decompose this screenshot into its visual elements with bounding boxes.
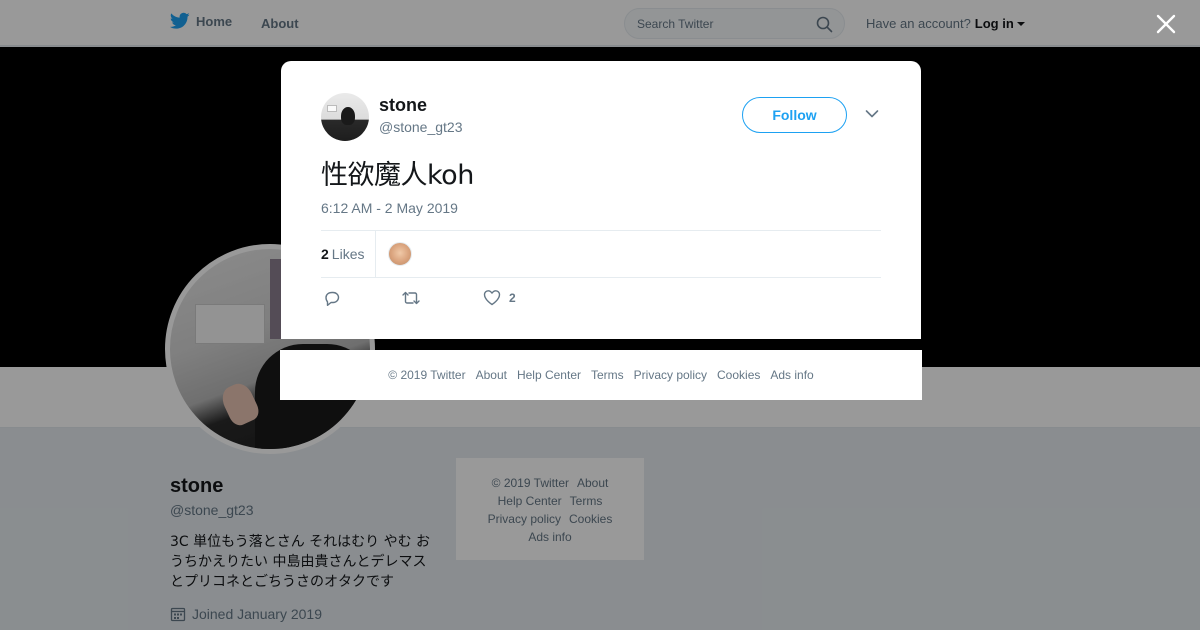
modal-footer-copyright: © 2019 Twitter: [388, 368, 466, 382]
chevron-down-icon[interactable]: [865, 109, 879, 119]
tweet-author-handle[interactable]: @stone_gt23: [379, 119, 463, 135]
tweet-text: 性欲魔人koh: [321, 160, 474, 191]
likes-label: Likes: [331, 246, 365, 262]
modal-footer-ads-link[interactable]: Ads info: [770, 368, 813, 382]
tweet-timestamp[interactable]: 6:12 AM - 2 May 2019: [321, 200, 458, 216]
reply-icon: [325, 291, 340, 306]
modal-footer-cookies-link[interactable]: Cookies: [717, 368, 760, 382]
tweet-author-name[interactable]: stone: [379, 95, 427, 116]
like-button[interactable]: 2: [483, 289, 516, 306]
modal-footer-help-link[interactable]: Help Center: [517, 368, 581, 382]
avatar[interactable]: [321, 93, 369, 141]
tweet-stats: 2 Likes: [321, 230, 881, 278]
modal-footer-privacy-link[interactable]: Privacy policy: [634, 368, 707, 382]
like-count: 2: [509, 290, 516, 305]
likes-count: 2: [321, 246, 329, 262]
retweet-icon: [402, 291, 420, 305]
follow-button[interactable]: Follow: [742, 97, 847, 133]
modal-footer-about-link[interactable]: About: [476, 368, 507, 382]
modal-footer-terms-link[interactable]: Terms: [591, 368, 624, 382]
reply-button[interactable]: [323, 289, 341, 307]
tweet-modal: stone @stone_gt23 Follow 性欲魔人koh 6:12 AM…: [281, 61, 921, 339]
liker-avatar[interactable]: [388, 242, 412, 266]
tweet-actions: 2: [321, 289, 881, 309]
heart-icon: [483, 290, 501, 306]
likes-stat[interactable]: 2 Likes: [321, 231, 376, 277]
close-icon[interactable]: [1152, 10, 1180, 38]
retweet-button[interactable]: [401, 289, 421, 307]
modal-footer: © 2019 Twitter About Help Center Terms P…: [280, 350, 922, 400]
